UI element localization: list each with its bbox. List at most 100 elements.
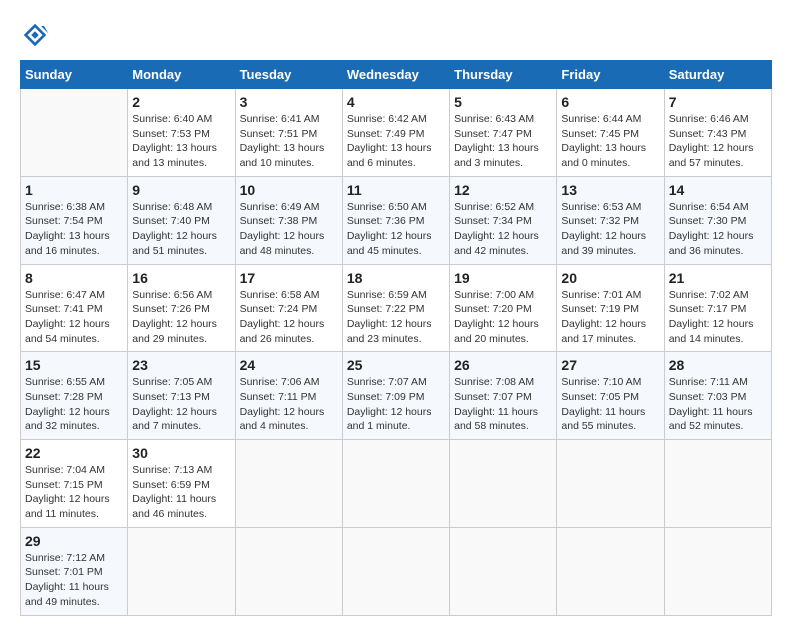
day-info: Sunrise: 6:41 AM Sunset: 7:51 PM Dayligh… bbox=[240, 112, 338, 171]
day-info: Sunrise: 7:13 AM Sunset: 6:59 PM Dayligh… bbox=[132, 463, 230, 522]
calendar-week-row: 2Sunrise: 6:40 AM Sunset: 7:53 PM Daylig… bbox=[21, 89, 772, 177]
day-number: 2 bbox=[132, 94, 230, 110]
calendar-cell: 22Sunrise: 7:04 AM Sunset: 7:15 PM Dayli… bbox=[21, 440, 128, 528]
day-info: Sunrise: 7:11 AM Sunset: 7:03 PM Dayligh… bbox=[669, 375, 767, 434]
day-number: 17 bbox=[240, 270, 338, 286]
day-number: 28 bbox=[669, 357, 767, 373]
weekday-header: Tuesday bbox=[235, 61, 342, 89]
calendar-cell: 5 Sunrise: 6:43 AM Sunset: 7:47 PM Daylig… bbox=[450, 89, 557, 177]
day-info: Sunrise: 7:02 AM Sunset: 7:17 PM Dayligh… bbox=[669, 288, 767, 347]
calendar-cell bbox=[557, 527, 664, 615]
day-info: Sunrise: 7:10 AM Sunset: 7:05 PM Dayligh… bbox=[561, 375, 659, 434]
day-info: Sunrise: 7:07 AM Sunset: 7:09 PM Dayligh… bbox=[347, 375, 445, 434]
calendar-week-row: 1Sunrise: 6:38 AM Sunset: 7:54 PM Daylig… bbox=[21, 176, 772, 264]
calendar-cell: 21Sunrise: 7:02 AM Sunset: 7:17 PM Dayli… bbox=[664, 264, 771, 352]
calendar-cell bbox=[450, 440, 557, 528]
day-info: Sunrise: 7:05 AM Sunset: 7:13 PM Dayligh… bbox=[132, 375, 230, 434]
weekday-header: Sunday bbox=[21, 61, 128, 89]
day-info: Sunrise: 6:52 AM Sunset: 7:34 PM Dayligh… bbox=[454, 200, 552, 259]
day-number: 5 bbox=[454, 94, 552, 110]
day-number: 3 bbox=[240, 94, 338, 110]
calendar-table: SundayMondayTuesdayWednesdayThursdayFrid… bbox=[20, 60, 772, 616]
calendar-cell: 18Sunrise: 6:59 AM Sunset: 7:22 PM Dayli… bbox=[342, 264, 449, 352]
day-number: 27 bbox=[561, 357, 659, 373]
day-number: 16 bbox=[132, 270, 230, 286]
day-number: 15 bbox=[25, 357, 123, 373]
calendar-week-row: 8 Sunrise: 6:47 AM Sunset: 7:41 PM Daylig… bbox=[21, 264, 772, 352]
day-info: Sunrise: 6:55 AM Sunset: 7:28 PM Dayligh… bbox=[25, 375, 123, 434]
calendar-cell: 19Sunrise: 7:00 AM Sunset: 7:20 PM Dayli… bbox=[450, 264, 557, 352]
calendar-cell: 26 Sunrise: 7:08 AM Sunset: 7:07 PM Dayli… bbox=[450, 352, 557, 440]
day-info: Sunrise: 6:44 AM Sunset: 7:45 PM Dayligh… bbox=[561, 112, 659, 171]
calendar-cell: 12 Sunrise: 6:52 AM Sunset: 7:34 PM Dayli… bbox=[450, 176, 557, 264]
calendar-cell: 7 Sunrise: 6:46 AM Sunset: 7:43 PM Daylig… bbox=[664, 89, 771, 177]
day-number: 7 bbox=[669, 94, 767, 110]
weekday-header: Wednesday bbox=[342, 61, 449, 89]
day-number: 12 bbox=[454, 182, 552, 198]
day-info: Sunrise: 6:59 AM Sunset: 7:22 PM Dayligh… bbox=[347, 288, 445, 347]
calendar-cell bbox=[664, 440, 771, 528]
calendar-cell bbox=[342, 527, 449, 615]
calendar-cell: 2Sunrise: 6:40 AM Sunset: 7:53 PM Daylig… bbox=[128, 89, 235, 177]
weekday-header: Monday bbox=[128, 61, 235, 89]
calendar-cell bbox=[342, 440, 449, 528]
day-number: 20 bbox=[561, 270, 659, 286]
day-info: Sunrise: 6:56 AM Sunset: 7:26 PM Dayligh… bbox=[132, 288, 230, 347]
calendar-cell: 11Sunrise: 6:50 AM Sunset: 7:36 PM Dayli… bbox=[342, 176, 449, 264]
calendar-cell: 23 Sunrise: 7:05 AM Sunset: 7:13 PM Dayli… bbox=[128, 352, 235, 440]
day-info: Sunrise: 6:58 AM Sunset: 7:24 PM Dayligh… bbox=[240, 288, 338, 347]
day-number: 25 bbox=[347, 357, 445, 373]
day-number: 26 bbox=[454, 357, 552, 373]
day-info: Sunrise: 6:54 AM Sunset: 7:30 PM Dayligh… bbox=[669, 200, 767, 259]
logo bbox=[20, 20, 54, 50]
day-info: Sunrise: 7:01 AM Sunset: 7:19 PM Dayligh… bbox=[561, 288, 659, 347]
day-number: 29 bbox=[25, 533, 123, 549]
calendar-cell: 4 Sunrise: 6:42 AM Sunset: 7:49 PM Daylig… bbox=[342, 89, 449, 177]
calendar-cell bbox=[21, 89, 128, 177]
day-info: Sunrise: 6:49 AM Sunset: 7:38 PM Dayligh… bbox=[240, 200, 338, 259]
day-number: 9 bbox=[132, 182, 230, 198]
calendar-cell bbox=[557, 440, 664, 528]
calendar-cell: 17 Sunrise: 6:58 AM Sunset: 7:24 PM Dayli… bbox=[235, 264, 342, 352]
calendar-cell: 25 Sunrise: 7:07 AM Sunset: 7:09 PM Dayli… bbox=[342, 352, 449, 440]
calendar-cell: 14 Sunrise: 6:54 AM Sunset: 7:30 PM Dayli… bbox=[664, 176, 771, 264]
day-info: Sunrise: 6:53 AM Sunset: 7:32 PM Dayligh… bbox=[561, 200, 659, 259]
day-info: Sunrise: 6:46 AM Sunset: 7:43 PM Dayligh… bbox=[669, 112, 767, 171]
calendar-week-row: 22Sunrise: 7:04 AM Sunset: 7:15 PM Dayli… bbox=[21, 440, 772, 528]
calendar-cell: 29Sunrise: 7:12 AM Sunset: 7:01 PM Dayli… bbox=[21, 527, 128, 615]
day-number: 30 bbox=[132, 445, 230, 461]
day-info: Sunrise: 7:08 AM Sunset: 7:07 PM Dayligh… bbox=[454, 375, 552, 434]
day-number: 14 bbox=[669, 182, 767, 198]
page-header bbox=[20, 20, 772, 50]
day-info: Sunrise: 6:42 AM Sunset: 7:49 PM Dayligh… bbox=[347, 112, 445, 171]
weekday-header: Saturday bbox=[664, 61, 771, 89]
calendar-cell: 30 Sunrise: 7:13 AM Sunset: 6:59 PM Dayli… bbox=[128, 440, 235, 528]
calendar-cell bbox=[664, 527, 771, 615]
day-number: 4 bbox=[347, 94, 445, 110]
calendar-cell bbox=[450, 527, 557, 615]
calendar-cell: 9Sunrise: 6:48 AM Sunset: 7:40 PM Daylig… bbox=[128, 176, 235, 264]
day-number: 10 bbox=[240, 182, 338, 198]
calendar-week-row: 29Sunrise: 7:12 AM Sunset: 7:01 PM Dayli… bbox=[21, 527, 772, 615]
day-info: Sunrise: 6:47 AM Sunset: 7:41 PM Dayligh… bbox=[25, 288, 123, 347]
calendar-cell: 3 Sunrise: 6:41 AM Sunset: 7:51 PM Daylig… bbox=[235, 89, 342, 177]
day-number: 8 bbox=[25, 270, 123, 286]
calendar-header-row: SundayMondayTuesdayWednesdayThursdayFrid… bbox=[21, 61, 772, 89]
calendar-cell: 8 Sunrise: 6:47 AM Sunset: 7:41 PM Daylig… bbox=[21, 264, 128, 352]
day-number: 13 bbox=[561, 182, 659, 198]
weekday-header: Friday bbox=[557, 61, 664, 89]
calendar-cell: 28 Sunrise: 7:11 AM Sunset: 7:03 PM Dayli… bbox=[664, 352, 771, 440]
weekday-header: Thursday bbox=[450, 61, 557, 89]
day-number: 1 bbox=[25, 182, 123, 198]
calendar-cell: 10 Sunrise: 6:49 AM Sunset: 7:38 PM Dayli… bbox=[235, 176, 342, 264]
day-number: 19 bbox=[454, 270, 552, 286]
calendar-cell: 1Sunrise: 6:38 AM Sunset: 7:54 PM Daylig… bbox=[21, 176, 128, 264]
calendar-cell: 24Sunrise: 7:06 AM Sunset: 7:11 PM Dayli… bbox=[235, 352, 342, 440]
day-info: Sunrise: 7:06 AM Sunset: 7:11 PM Dayligh… bbox=[240, 375, 338, 434]
calendar-cell: 13 Sunrise: 6:53 AM Sunset: 7:32 PM Dayli… bbox=[557, 176, 664, 264]
day-number: 23 bbox=[132, 357, 230, 373]
day-info: Sunrise: 6:43 AM Sunset: 7:47 PM Dayligh… bbox=[454, 112, 552, 171]
calendar-week-row: 15 Sunrise: 6:55 AM Sunset: 7:28 PM Dayli… bbox=[21, 352, 772, 440]
day-number: 6 bbox=[561, 94, 659, 110]
calendar-cell bbox=[128, 527, 235, 615]
